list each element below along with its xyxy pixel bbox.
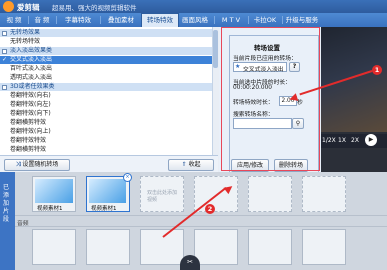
app-logo-icon (3, 1, 14, 12)
highlight-frame (221, 27, 320, 171)
tab-upgrade-service[interactable]: 升级与服务 (284, 14, 320, 26)
list-item-selected[interactable]: ✓ 交叉式淡入淡出 (0, 56, 217, 64)
collapse-icon (2, 84, 7, 90)
collapse-up-icon: ⇑ (181, 161, 187, 168)
timeline-clip-selected[interactable]: 视频素材1 × (86, 173, 132, 212)
list-category[interactable]: 淡入淡出效果类 (0, 47, 217, 55)
tab-transition-effects[interactable]: 转场特效 (141, 13, 179, 28)
tab-overlay[interactable]: 叠加素材 (102, 14, 140, 26)
empty-slot-hint: 双击此处添加视频 (147, 190, 178, 203)
timeline-divider (15, 226, 387, 227)
tab-divider (214, 16, 215, 24)
list-button-bar: ⤨ 设置随机转场 ⇑ 收起 (0, 155, 218, 173)
tab-video[interactable]: 视 频 (2, 14, 26, 26)
list-category[interactable]: 无转场效果 (0, 29, 217, 37)
timeline-divider (15, 215, 387, 216)
list-category[interactable]: 3D或者任效果类 (0, 83, 217, 91)
list-item[interactable]: 卷翻特效(向上) (0, 128, 217, 136)
random-transition-button[interactable]: ⤨ 设置随机转场 (4, 159, 70, 171)
list-item[interactable]: 卷翻特效(向右) (0, 92, 217, 100)
tab-divider (100, 16, 101, 24)
list-item[interactable]: 卷翻特效(向左) (0, 101, 217, 109)
speed-normal-button[interactable]: 1X (338, 137, 346, 144)
tab-karaoke[interactable]: 卡拉OK (250, 14, 280, 26)
remove-clip-icon[interactable]: × (123, 173, 132, 182)
added-clips-side-tab[interactable]: 已添加片段 (0, 172, 15, 270)
list-item[interactable]: 卷翻特效(向下) (0, 110, 217, 118)
empty-clip-slot[interactable]: 双击此处添加视频 (140, 176, 184, 212)
scissors-icon[interactable]: ✂ (180, 255, 200, 270)
collapse-icon (2, 48, 7, 54)
list-item[interactable]: 卷翻横剪特效 (0, 146, 217, 154)
empty-clip-slot[interactable] (140, 229, 184, 265)
list-item[interactable]: 无转场特效 (0, 38, 217, 46)
list-item[interactable]: 百叶式淡入淡出 (0, 65, 217, 73)
tab-audio[interactable]: 音 频 (30, 14, 54, 26)
tab-divider (248, 16, 249, 24)
check-icon: ✓ (2, 56, 8, 63)
list-item[interactable]: 卷翻横剪特效 (0, 119, 217, 127)
side-tab-label: 已添加片段 (3, 184, 10, 223)
clip-thumbnail (89, 179, 126, 203)
tab-subtitle-effects[interactable]: 字幕特效 (58, 14, 98, 26)
app-slogan: 超易用、强大的视频剪辑软件 (52, 4, 137, 12)
empty-clip-slot[interactable] (32, 229, 76, 265)
list-item[interactable]: 卷翻特效特效 (0, 137, 217, 145)
shuffle-icon: ⤨ (15, 161, 21, 168)
empty-clip-slot[interactable] (248, 229, 292, 265)
tab-picture-style[interactable]: 画面风格 (178, 14, 212, 26)
menu-tab-bar: 视 频 音 频 字幕特效 叠加素材 转场特效 画面风格 M T V 卡拉OK 升… (0, 13, 387, 28)
audio-row-label: 音频 (17, 221, 29, 227)
list-item[interactable]: 透明式淡入淡出 (0, 74, 217, 82)
tab-divider (28, 16, 29, 24)
timeline-clip[interactable]: 视频素材1 (32, 176, 76, 212)
annotation-badge-1: 1 (372, 65, 382, 75)
list-scrollbar-thumb[interactable] (213, 30, 218, 68)
preview-controls: 1/2X 1X 2X ▶ (321, 134, 387, 148)
transition-list-panel: 无转场效果 无转场特效 淡入淡出效果类 ✓ 交叉式淡入淡出 百叶式淡入淡出 透明式… (0, 27, 219, 172)
clip-label: 视频素材1 (91, 206, 117, 212)
preview-video-frame (321, 27, 387, 132)
empty-clip-slot[interactable] (86, 229, 130, 265)
tab-divider (56, 16, 57, 24)
empty-clip-slot[interactable] (302, 176, 346, 212)
empty-clip-slot[interactable] (248, 176, 292, 212)
tab-divider (282, 16, 283, 24)
tab-mtv[interactable]: M T V (216, 14, 246, 26)
app-name: 爱剪辑 (17, 3, 40, 12)
empty-clip-slot[interactable] (194, 229, 238, 265)
clip-thumbnail (35, 179, 73, 203)
speed-double-button[interactable]: 2X (351, 137, 359, 144)
collapse-button[interactable]: ⇑ 收起 (168, 159, 214, 171)
play-icon[interactable]: ▶ (365, 134, 377, 146)
collapse-icon (2, 30, 7, 36)
speed-half-button[interactable]: 1/2X (322, 137, 336, 144)
clip-label: 视频素材1 (37, 206, 63, 212)
annotation-badge-2: 2 (205, 204, 215, 214)
empty-clip-slot[interactable] (302, 229, 346, 265)
